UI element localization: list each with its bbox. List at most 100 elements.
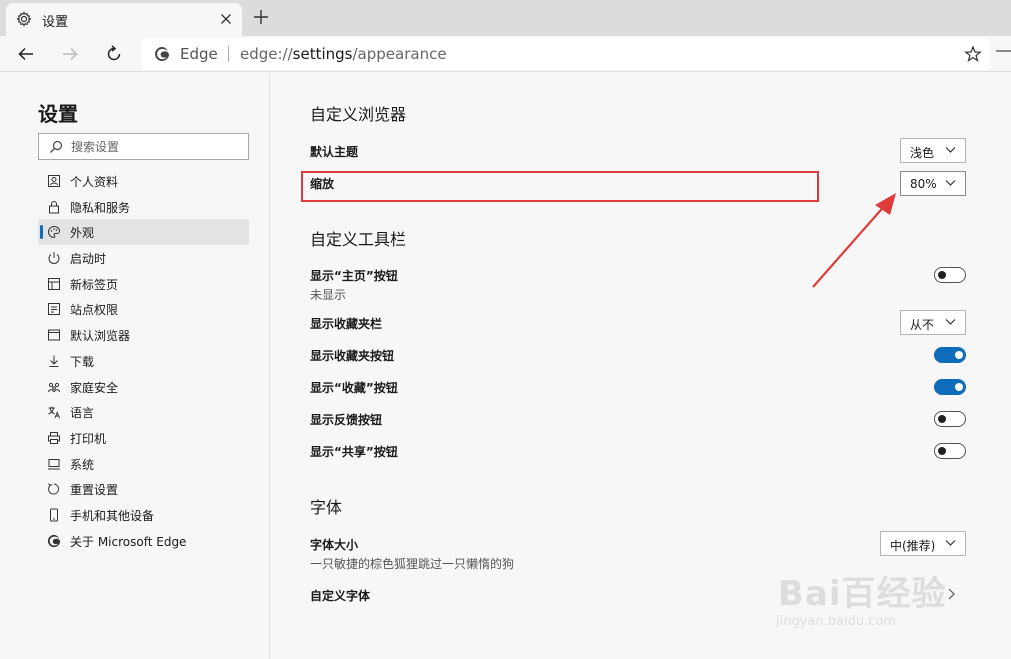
close-icon[interactable] [218, 11, 234, 27]
chevron-down-icon [945, 540, 956, 546]
address-bar[interactable]: Edge edge://settings/appearance [142, 38, 990, 70]
favorites-button-label: 显示收藏夹按钮 [310, 349, 395, 363]
search-input[interactable] [71, 137, 241, 156]
site-label: Edge [180, 45, 218, 63]
feedback-button-label: 显示反馈按钮 [310, 413, 383, 427]
font-size-sample: 一只敏捷的棕色狐狸跳过一只懒惰的狗 [310, 557, 515, 571]
sidebar-item-label: 系统 [70, 457, 95, 472]
edge-logo-icon [155, 47, 169, 61]
toggle-knob [938, 415, 946, 423]
star-icon[interactable] [964, 45, 982, 63]
section-title-customize-toolbar: 自定义工具栏 [310, 230, 407, 249]
collections-button-toggle[interactable] [934, 379, 966, 395]
zoom-value: 80% [910, 177, 937, 191]
url-text[interactable]: edge://settings/appearance [240, 45, 447, 63]
settings-sidebar: 设置 个人资料 隐私和服务 外观 启动时 新标签页 站点权 [0, 73, 270, 659]
phone-icon [50, 508, 58, 522]
sidebar-item-printers[interactable]: 打印机 [38, 425, 249, 451]
forward-arrow-icon[interactable] [60, 44, 80, 64]
home-button-label: 显示“主页”按钮 [310, 269, 398, 283]
navigation-toolbar: Edge edge://settings/appearance [0, 36, 1011, 72]
sidebar-item-label: 隐私和服务 [70, 200, 131, 215]
plus-icon[interactable] [252, 8, 270, 26]
annotation-arrow [812, 193, 896, 288]
sidebar-nav: 个人资料 隐私和服务 外观 启动时 新标签页 站点权限 默认浏览器 下载 家庭安… [38, 168, 249, 553]
grid-icon [48, 277, 60, 290]
sidebar-item-label: 重置设置 [70, 483, 119, 498]
sidebar-item-label: 站点权限 [70, 303, 119, 318]
toggle-knob [955, 383, 963, 391]
watermark-main: Bai百经验 [778, 574, 947, 614]
back-arrow-icon[interactable] [16, 44, 36, 64]
printer-icon [48, 431, 60, 444]
browser-icon [48, 329, 60, 341]
section-title-fonts: 字体 [310, 498, 343, 517]
favorites-bar-dropdown[interactable]: 从不 [900, 310, 966, 335]
sidebar-item-privacy[interactable]: 隐私和服务 [38, 194, 249, 220]
sidebar-item-new-tab[interactable]: 新标签页 [38, 271, 249, 297]
toggle-knob [955, 351, 963, 359]
tab-title: 设置 [42, 15, 69, 30]
theme-value: 浅色 [910, 146, 935, 160]
sidebar-item-label: 外观 [70, 226, 95, 241]
sidebar-item-site-permissions[interactable]: 站点权限 [38, 296, 249, 322]
address-separator [228, 46, 229, 62]
section-title-customize-browser: 自定义浏览器 [310, 105, 407, 124]
toggle-knob [938, 447, 946, 455]
sidebar-item-label: 家庭安全 [70, 380, 119, 395]
font-size-dropdown[interactable]: 中(推荐) [880, 531, 966, 556]
home-button-sub: 未显示 [310, 288, 347, 302]
sidebar-item-label: 打印机 [70, 431, 107, 446]
theme-dropdown[interactable]: 浅色 [900, 138, 966, 163]
sidebar-item-label: 手机和其他设备 [70, 508, 155, 523]
share-button-label: 显示“共享”按钮 [310, 445, 398, 459]
sidebar-item-label: 下载 [70, 354, 95, 369]
sidebar-item-languages[interactable]: 语言 [38, 399, 249, 425]
search-icon [50, 140, 63, 153]
share-button-toggle[interactable] [934, 443, 966, 459]
search-box[interactable] [38, 133, 249, 160]
family-icon [48, 382, 60, 392]
sidebar-item-startup[interactable]: 启动时 [38, 245, 249, 271]
sidebar-item-phone[interactable]: 手机和其他设备 [38, 502, 249, 528]
sidebar-item-label: 个人资料 [70, 175, 119, 189]
sidebar-item-label: 语言 [70, 406, 95, 421]
download-icon [49, 355, 59, 367]
sidebar-item-label: 关于 Microsoft Edge [70, 534, 187, 549]
sidebar-item-default-browser[interactable]: 默认浏览器 [38, 322, 249, 348]
edge-logo-icon [47, 534, 61, 547]
theme-label: 默认主题 [310, 145, 359, 159]
tab-settings[interactable]: 设置 [6, 3, 242, 36]
zoom-label: 缩放 [310, 177, 335, 191]
reset-icon [48, 483, 60, 495]
system-icon [48, 458, 60, 470]
toggle-knob [938, 271, 946, 279]
home-button-toggle[interactable] [934, 267, 966, 283]
sidebar-item-about[interactable]: 关于 Microsoft Edge [38, 528, 249, 554]
font-size-label: 字体大小 [310, 538, 359, 552]
baidu-watermark: Bai百经验 jingyan.baidu.com [770, 560, 970, 640]
chevron-down-icon [945, 319, 956, 325]
watermark-sub: jingyan.baidu.com [776, 614, 896, 629]
sidebar-item-label: 新标签页 [70, 277, 119, 292]
refresh-icon[interactable] [104, 44, 124, 64]
feedback-button-toggle[interactable] [934, 411, 966, 427]
favorites-button-toggle[interactable] [934, 347, 966, 363]
gear-icon [16, 11, 32, 27]
sidebar-item-profile[interactable]: 个人资料 [38, 168, 249, 194]
chevron-down-icon [945, 147, 956, 153]
favorites-bar-label: 显示收藏夹栏 [310, 317, 383, 331]
sidebar-item-label: 启动时 [70, 252, 107, 267]
sidebar-title: 设置 [38, 102, 78, 126]
sidebar-item-reset[interactable]: 重置设置 [38, 476, 249, 502]
sidebar-item-label: 默认浏览器 [70, 329, 131, 344]
custom-fonts-label[interactable]: 自定义字体 [310, 587, 370, 604]
annotation-highlight-box [301, 171, 819, 202]
power-icon [48, 252, 60, 265]
sidebar-item-family-safety[interactable]: 家庭安全 [38, 374, 249, 400]
collections-button-label: 显示“收藏”按钮 [310, 381, 398, 395]
sidebar-item-downloads[interactable]: 下载 [38, 348, 249, 374]
sidebar-item-appearance[interactable]: 外观 [38, 219, 249, 246]
chevron-down-icon [945, 180, 956, 186]
sidebar-item-system[interactable]: 系统 [38, 451, 249, 477]
